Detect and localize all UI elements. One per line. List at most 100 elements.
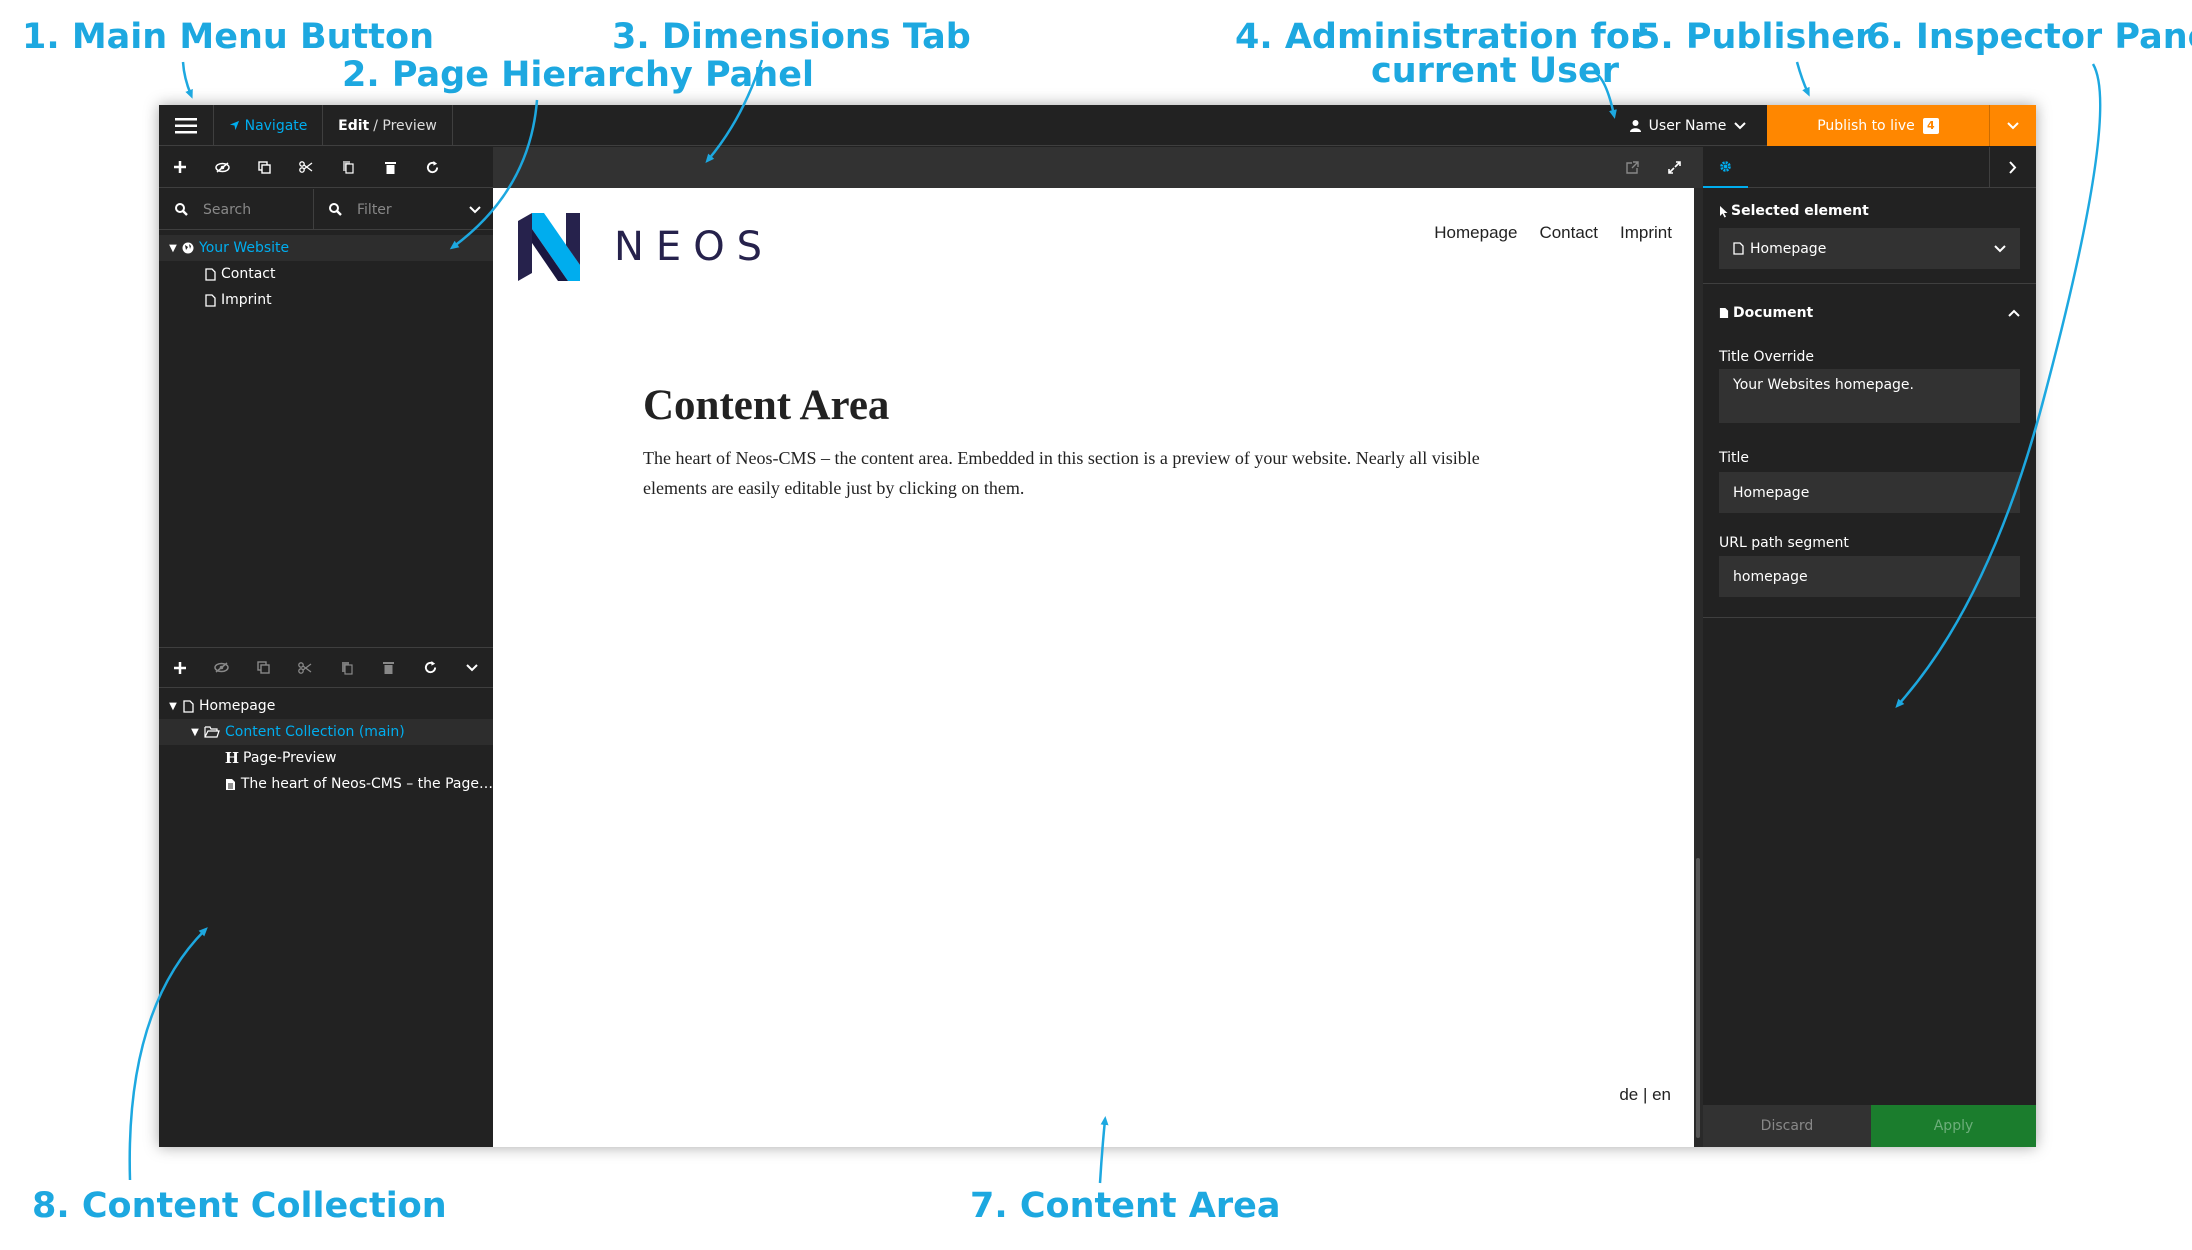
caret-down-icon: ▼ bbox=[191, 726, 199, 738]
cut-content-button[interactable] bbox=[284, 647, 326, 688]
document-icon bbox=[1719, 308, 1729, 318]
pointer-icon bbox=[1720, 205, 1728, 217]
paste-node-button[interactable] bbox=[327, 147, 369, 188]
add-node-button[interactable] bbox=[159, 147, 201, 188]
discard-button[interactable]: Discard bbox=[1703, 1105, 1871, 1147]
search-placeholder: Search bbox=[203, 201, 252, 218]
tree-node-label: Your Website bbox=[199, 240, 290, 256]
chevron-down-icon bbox=[466, 663, 478, 671]
scrollbar-thumb[interactable] bbox=[1696, 858, 1700, 1138]
gear-icon bbox=[1720, 161, 1731, 172]
language-switcher[interactable]: de | en bbox=[1619, 1085, 1671, 1105]
filter-placeholder: Filter bbox=[357, 201, 392, 218]
neos-logo-mark bbox=[518, 213, 580, 281]
search-field[interactable]: Search bbox=[175, 189, 315, 230]
content-tree: ▼ Homepage ▼ Content Collection (main) H… bbox=[159, 693, 493, 797]
filter-select[interactable]: Filter bbox=[329, 189, 489, 230]
url-path-label: URL path segment bbox=[1719, 535, 1849, 551]
content-node-label: Content Collection (main) bbox=[225, 724, 405, 740]
collapse-content-tree-button[interactable] bbox=[451, 647, 493, 688]
inspector-divider bbox=[1703, 283, 2036, 284]
content-node-homepage[interactable]: ▼ Homepage bbox=[159, 693, 493, 719]
chevron-up-icon bbox=[2008, 309, 2020, 317]
publish-label: Publish to live bbox=[1817, 117, 1915, 134]
page-tree-search-row: Search Filter bbox=[159, 189, 493, 230]
content-paragraph[interactable]: The heart of Neos-CMS – the content area… bbox=[643, 443, 1543, 503]
title-value: Homepage bbox=[1733, 484, 1810, 501]
left-sidebar: Search Filter ▼ Your Website Contact Imp… bbox=[159, 147, 493, 1147]
chevron-down-icon bbox=[2007, 121, 2019, 129]
chevron-down-icon bbox=[1994, 244, 2006, 252]
tree-node-your-website[interactable]: ▼ Your Website bbox=[159, 235, 493, 261]
delete-node-button[interactable] bbox=[369, 147, 411, 188]
content-node-text[interactable]: The heart of Neos-CMS – the Page… bbox=[159, 771, 493, 797]
delete-content-button[interactable] bbox=[368, 647, 410, 688]
title-override-field[interactable]: Your Websites homepage. bbox=[1719, 369, 2020, 423]
logo-text: NEOS bbox=[614, 224, 775, 270]
document-section-label: Document bbox=[1733, 305, 1814, 321]
site-navigation: Homepage Contact Imprint bbox=[1434, 223, 1672, 243]
tab-inspector-settings[interactable] bbox=[1703, 147, 1748, 188]
folder-open-icon bbox=[201, 726, 223, 738]
site-nav-contact[interactable]: Contact bbox=[1539, 223, 1598, 243]
selected-element-value: Homepage bbox=[1750, 240, 1827, 257]
tree-node-contact[interactable]: Contact bbox=[159, 261, 493, 287]
annotation-main-menu: 1. Main Menu Button bbox=[22, 17, 434, 57]
selected-element-label: Selected element bbox=[1731, 203, 1869, 219]
publish-button[interactable]: Publish to live 4 bbox=[1767, 105, 1989, 146]
tab-navigate[interactable]: Navigate bbox=[214, 105, 323, 146]
refresh-tree-button[interactable] bbox=[411, 147, 453, 188]
open-external-button[interactable] bbox=[1611, 147, 1653, 188]
main-menu-button[interactable] bbox=[159, 105, 214, 146]
search-icon bbox=[329, 203, 342, 216]
hamburger-icon bbox=[175, 117, 197, 133]
copy-node-button[interactable] bbox=[243, 147, 285, 188]
content-node-label: The heart of Neos-CMS – the Page… bbox=[240, 776, 493, 792]
hide-content-button[interactable] bbox=[201, 647, 243, 688]
apply-button[interactable]: Apply bbox=[1871, 1105, 2036, 1147]
top-bar: Navigate Edit / Preview User Name Publis… bbox=[159, 105, 2036, 146]
content-node-label: Homepage bbox=[199, 698, 276, 714]
url-path-field[interactable]: homepage bbox=[1719, 556, 2020, 597]
annotation-publisher: 5. Publisher bbox=[1636, 17, 1873, 57]
neos-backend-window: Navigate Edit / Preview User Name Publis… bbox=[159, 105, 2036, 1147]
collapse-inspector-button[interactable] bbox=[1989, 147, 2036, 188]
content-headline[interactable]: Content Area bbox=[643, 381, 889, 430]
user-icon bbox=[1629, 119, 1641, 132]
inspector-tabs bbox=[1703, 147, 2036, 188]
tab-edit-preview[interactable]: Edit / Preview bbox=[323, 105, 453, 146]
refresh-content-button[interactable] bbox=[410, 647, 452, 688]
plus-icon bbox=[173, 661, 186, 674]
title-field[interactable]: Homepage bbox=[1719, 472, 2020, 513]
content-node-collection[interactable]: ▼ Content Collection (main) bbox=[159, 719, 493, 745]
paste-icon bbox=[341, 661, 353, 675]
inspector-panel: Selected element Homepage Document Title… bbox=[1703, 147, 2036, 1147]
url-path-value: homepage bbox=[1733, 568, 1808, 585]
scissors-icon bbox=[298, 661, 312, 674]
eye-slash-icon bbox=[214, 662, 229, 673]
hide-node-button[interactable] bbox=[201, 147, 243, 188]
copy-content-button[interactable] bbox=[243, 647, 285, 688]
scissors-icon bbox=[299, 161, 313, 173]
selected-element-select[interactable]: Homepage bbox=[1719, 228, 2020, 269]
search-divider bbox=[313, 189, 314, 230]
content-node-headline[interactable]: H Page-Preview bbox=[159, 745, 493, 771]
copy-icon bbox=[257, 661, 270, 674]
add-content-button[interactable] bbox=[159, 647, 201, 688]
site-nav-imprint[interactable]: Imprint bbox=[1620, 223, 1672, 243]
site-nav-homepage[interactable]: Homepage bbox=[1434, 223, 1517, 243]
title-label: Title bbox=[1719, 450, 1750, 466]
chevron-down-icon bbox=[1734, 121, 1747, 129]
publish-count-badge: 4 bbox=[1922, 117, 1939, 134]
caret-down-icon: ▼ bbox=[169, 242, 177, 254]
cut-node-button[interactable] bbox=[285, 147, 327, 188]
neos-logo[interactable]: NEOS bbox=[518, 213, 774, 281]
canvas-scrollbar[interactable] bbox=[1694, 188, 1703, 1147]
fullscreen-button[interactable] bbox=[1653, 147, 1695, 188]
publish-dropdown-button[interactable] bbox=[1989, 105, 2036, 146]
document-section-header[interactable]: Document bbox=[1719, 305, 2020, 321]
tree-node-imprint[interactable]: Imprint bbox=[159, 287, 493, 313]
paste-content-button[interactable] bbox=[326, 647, 368, 688]
user-menu-button[interactable]: User Name bbox=[1609, 105, 1767, 146]
copy-icon bbox=[257, 160, 271, 174]
